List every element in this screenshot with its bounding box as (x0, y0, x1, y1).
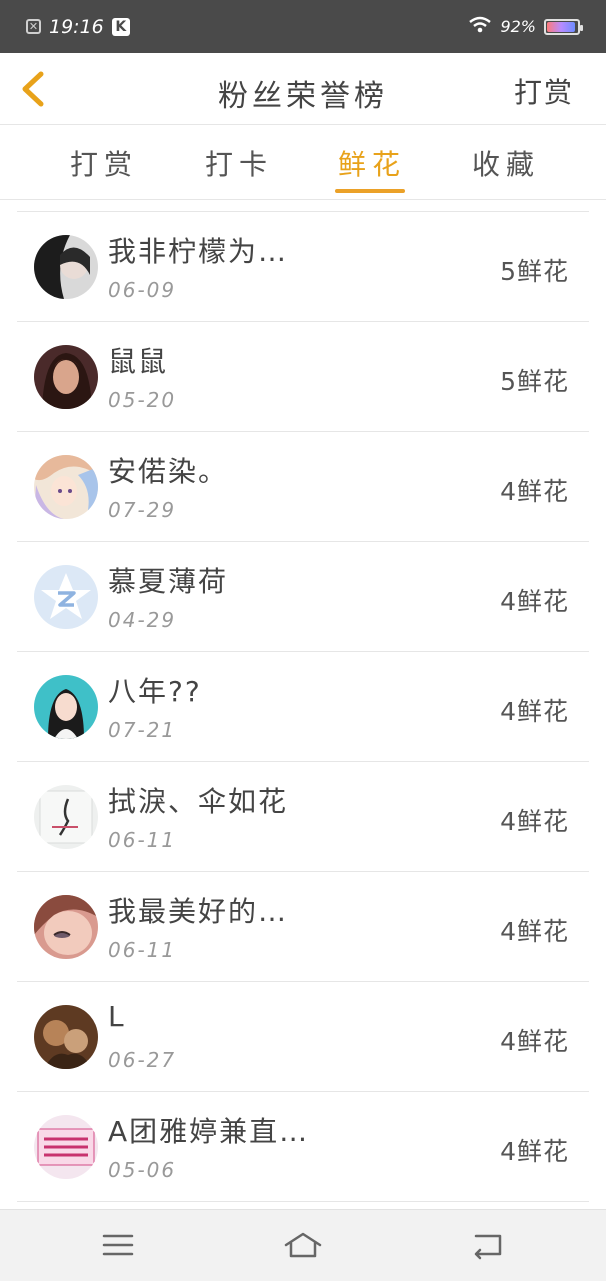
active-tab-indicator (335, 189, 405, 193)
list-item[interactable]: 我最美好的… 06-11 4鲜花 (17, 872, 589, 982)
avatar (34, 565, 98, 629)
home-button[interactable] (283, 1230, 323, 1260)
fan-name: 拭淚、伞如花 (108, 785, 289, 818)
tab-reward[interactable]: 打赏 (70, 143, 138, 183)
list-item[interactable]: 拭淚、伞如花 06-11 4鲜花 (17, 762, 589, 872)
app-k-icon: K (111, 17, 130, 36)
avatar (34, 345, 98, 409)
flower-count: 5鲜花 (500, 257, 569, 286)
list-item[interactable]: 鼠鼠 05-20 5鲜花 (17, 322, 589, 432)
fan-name: A团雅婷兼直… (108, 1115, 310, 1148)
fan-date: 05-06 (108, 1158, 177, 1182)
fan-name: 安偌染。 (108, 455, 229, 488)
fan-ranking-list: 我非柠檬为… 06-09 5鲜花 鼠鼠 05-20 5鲜花 安偌染。 07-29… (17, 211, 589, 1202)
reward-button[interactable]: 打赏 (514, 71, 574, 111)
back-icon (474, 1234, 502, 1260)
avatar (34, 455, 98, 519)
avatar (34, 1005, 98, 1069)
fan-date: 06-11 (108, 828, 177, 852)
flower-count: 4鲜花 (500, 587, 569, 616)
status-time: 19:16 (49, 15, 104, 38)
fan-date: 07-29 (108, 498, 177, 522)
fan-date: 06-27 (108, 1048, 177, 1072)
tab-checkin[interactable]: 打卡 (205, 143, 273, 183)
fan-name: L (108, 1000, 126, 1033)
avatar (34, 1115, 98, 1179)
list-item[interactable]: 安偌染。 07-29 4鲜花 (17, 432, 589, 542)
flower-count: 4鲜花 (500, 477, 569, 506)
avatar (34, 675, 98, 739)
list-item[interactable]: L 06-27 4鲜花 (17, 982, 589, 1092)
fan-name: 鼠鼠 (108, 345, 169, 378)
system-nav-bar (0, 1209, 606, 1281)
flower-count: 4鲜花 (500, 807, 569, 836)
list-item[interactable]: 慕夏薄荷 04-29 4鲜花 (17, 542, 589, 652)
notification-close-icon: ✕ (26, 19, 41, 34)
battery-percent: 92% (500, 17, 536, 36)
nav-bar: 粉丝荣誉榜 打赏 (0, 53, 606, 125)
avatar (34, 235, 98, 299)
home-icon (284, 1232, 322, 1258)
fan-name: 八年?? (108, 675, 202, 708)
fan-date: 07-21 (108, 718, 177, 742)
list-item[interactable]: A团雅婷兼直… 05-06 4鲜花 (17, 1092, 589, 1202)
fan-name: 慕夏薄荷 (108, 565, 229, 598)
fan-date: 06-09 (108, 278, 177, 302)
menu-button[interactable] (98, 1230, 138, 1260)
flower-count: 4鲜花 (500, 697, 569, 726)
fan-date: 04-29 (108, 608, 177, 632)
avatar (34, 785, 98, 849)
wifi-icon (468, 16, 492, 38)
tab-flowers[interactable]: 鲜花 (338, 143, 406, 183)
flower-count: 4鲜花 (500, 917, 569, 946)
back-nav-button[interactable] (468, 1230, 508, 1260)
fan-date: 05-20 (108, 388, 177, 412)
list-item[interactable]: 八年?? 07-21 4鲜花 (17, 652, 589, 762)
fan-name: 我最美好的… (108, 895, 289, 928)
list-item[interactable]: 我非柠檬为… 06-09 5鲜花 (17, 212, 589, 322)
avatar (34, 895, 98, 959)
fan-name: 我非柠檬为… (108, 235, 289, 268)
tab-bar: 打赏 打卡 鲜花 收藏 (0, 125, 606, 200)
menu-icon (102, 1234, 134, 1256)
flower-count: 4鲜花 (500, 1137, 569, 1166)
flower-count: 5鲜花 (500, 367, 569, 396)
flower-count: 4鲜花 (500, 1027, 569, 1056)
battery-icon (544, 18, 583, 35)
tab-favorites[interactable]: 收藏 (472, 143, 540, 183)
fan-date: 06-11 (108, 938, 177, 962)
status-bar: ✕ 19:16 K 92% (0, 0, 606, 53)
